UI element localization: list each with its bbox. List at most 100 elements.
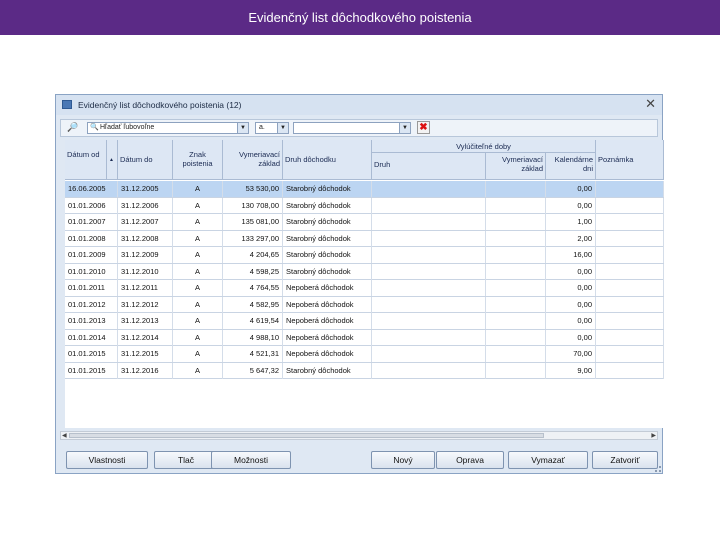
cell-empty — [372, 230, 486, 247]
table-row[interactable]: 01.01.2015 31.12.2016 A 5 647,32 Starobný dô… — [65, 362, 664, 379]
cell-znak: A — [173, 197, 223, 214]
cell-kalendarne-dni: 0,00 — [546, 296, 596, 313]
table-row[interactable]: 01.01.2014 31.12.2014 A 4 988,10 Nepoberá dô… — [65, 329, 664, 346]
cell-empty — [372, 197, 486, 214]
chevron-down-icon[interactable]: ▼ — [237, 123, 248, 133]
cell-datum-od: 01.01.2010 — [65, 263, 118, 280]
chevron-down-icon[interactable]: ▼ — [399, 123, 410, 133]
cell-empty — [596, 362, 664, 379]
cell-empty — [372, 214, 486, 230]
cell-empty — [372, 362, 486, 379]
header-druh-dochodku[interactable]: Druh dôchodku — [283, 140, 372, 180]
scrollbar-thumb[interactable] — [69, 433, 544, 438]
table-row[interactable]: 01.01.2007 31.12.2007 A 135 081,00 Starobný … — [65, 214, 664, 231]
header-druh[interactable]: Druh — [372, 153, 486, 180]
table-row[interactable]: 01.01.2010 31.12.2010 A 4 598,25 Starobný dô… — [65, 263, 664, 280]
cell-datum-do: 31.12.2012 — [118, 296, 173, 313]
table-row[interactable]: 16.06.2005 31.12.2005 A 53 530,00 Starobný d… — [65, 181, 664, 198]
cell-datum-do: 31.12.2009 — [118, 247, 173, 263]
cell-znak: A — [173, 263, 223, 280]
close-icon[interactable]: ✕ — [645, 97, 656, 111]
cell-druh-dochodku: Starobný dôchodok — [283, 181, 372, 197]
cell-druh-dochodku: Nepoberá dôchodok — [283, 313, 372, 329]
cell-empty — [596, 197, 664, 214]
header-datum-do[interactable]: Dátum do — [118, 140, 173, 180]
cell-empty — [372, 329, 486, 346]
cell-kalendarne-dni: 2,00 — [546, 230, 596, 247]
cell-druh-dochodku: Starobný dôchodok — [283, 362, 372, 379]
filter-combo[interactable]: a. ▼ — [255, 122, 289, 134]
cell-empty — [596, 214, 664, 230]
header-vylucitelne-doby: Vylúčiteľné doby — [372, 140, 596, 153]
cell-zaklad: 4 204,65 — [223, 247, 283, 263]
cell-empty — [486, 346, 546, 362]
header-datum-od[interactable]: Dátum od — [65, 140, 107, 180]
sort-indicator-icon: ▲ — [107, 140, 118, 180]
cell-empty — [596, 329, 664, 346]
table-row[interactable]: 01.01.2012 31.12.2012 A 4 582,95 Nepoberá dô… — [65, 296, 664, 313]
cell-empty — [596, 247, 664, 263]
cell-datum-od: 16.06.2005 — [65, 181, 118, 197]
cell-druh-dochodku: Starobný dôchodok — [283, 247, 372, 263]
tlac-button[interactable]: Tlač — [154, 451, 218, 469]
clear-filter-icon[interactable]: ✖ — [417, 121, 430, 134]
window-titlebar: Evidenčný list dôchodkového poistenia (1… — [56, 95, 662, 115]
cell-kalendarne-dni: 0,00 — [546, 181, 596, 197]
vlastnosti-button[interactable]: Vlastnosti — [66, 451, 148, 469]
chevron-down-icon[interactable]: ▼ — [277, 123, 288, 133]
cell-datum-od: 01.01.2015 — [65, 346, 118, 362]
cell-empty — [372, 247, 486, 263]
table-row[interactable]: 01.01.2006 31.12.2006 A 130 708,00 Starobný … — [65, 197, 664, 214]
cell-datum-do: 31.12.2015 — [118, 346, 173, 362]
cell-datum-od: 01.01.2011 — [65, 280, 118, 296]
window-title: Evidenčný list dôchodkového poistenia (1… — [78, 100, 242, 110]
cell-empty — [372, 313, 486, 329]
cell-datum-od: 01.01.2013 — [65, 313, 118, 329]
cell-znak: A — [173, 247, 223, 263]
cell-zaklad: 4 598,25 — [223, 263, 283, 280]
cell-datum-do: 31.12.2005 — [118, 181, 173, 197]
header-vymeriavaci-zaklad[interactable]: Vymeriavací základ — [223, 140, 283, 180]
search-toolbar: 🔎 🔍 Hľadať ľubovoľne ▼ a. ▼ ▼ ✖ — [60, 119, 658, 137]
novy-button[interactable]: Nový — [371, 451, 435, 469]
cell-datum-od: 01.01.2008 — [65, 230, 118, 247]
cell-znak: A — [173, 181, 223, 197]
table-row[interactable]: 01.01.2013 31.12.2013 A 4 619,54 Nepoberá dô… — [65, 313, 664, 330]
header-kalendarne-dni[interactable]: Kalendárne dni — [546, 153, 596, 180]
table-row[interactable]: 01.01.2008 31.12.2008 A 133 297,00 Starobný … — [65, 230, 664, 247]
cell-datum-do: 31.12.2007 — [118, 214, 173, 230]
cell-empty — [372, 346, 486, 362]
horizontal-scrollbar[interactable]: ◀ ▶ — [60, 431, 658, 440]
search-combo-text: Hľadať ľubovoľne — [100, 124, 155, 131]
search-combo[interactable]: 🔍 Hľadať ľubovoľne ▼ — [87, 122, 249, 134]
oprava-button[interactable]: Oprava — [436, 451, 504, 469]
cell-druh-dochodku: Nepoberá dôchodok — [283, 280, 372, 296]
cell-znak: A — [173, 230, 223, 247]
table-row[interactable]: 01.01.2015 31.12.2015 A 4 521,31 Nepoberá dô… — [65, 346, 664, 363]
cell-kalendarne-dni: 70,00 — [546, 346, 596, 362]
search-field[interactable]: ▼ — [293, 122, 411, 134]
scroll-right-icon[interactable]: ▶ — [651, 432, 656, 440]
header-vym-zaklad[interactable]: Vymeriavací základ — [486, 153, 546, 180]
cell-datum-od: 01.01.2009 — [65, 247, 118, 263]
cell-zaklad: 130 708,00 — [223, 197, 283, 214]
table-row[interactable]: 01.01.2011 31.12.2011 A 4 764,55 Nepoberá dô… — [65, 280, 664, 297]
cell-empty — [596, 280, 664, 296]
header-znak-poistenia[interactable]: Znak poistenia — [173, 140, 223, 180]
cell-znak: A — [173, 346, 223, 362]
cell-empty — [486, 247, 546, 263]
cell-empty — [372, 181, 486, 197]
cell-empty — [486, 296, 546, 313]
cell-empty — [486, 181, 546, 197]
zatvorit-button[interactable]: Zatvoriť — [592, 451, 658, 469]
resize-grip-icon[interactable] — [655, 466, 661, 472]
cell-datum-do: 31.12.2013 — [118, 313, 173, 329]
moznosti-button[interactable]: Možnosti — [211, 451, 291, 469]
slide-title: Evidenčný list dôchodkového poistenia — [0, 0, 720, 35]
table-row[interactable]: 01.01.2009 31.12.2009 A 4 204,65 Starobný dô… — [65, 247, 664, 264]
binoculars-icon[interactable]: 🔎 — [67, 122, 78, 133]
cell-druh-dochodku: Starobný dôchodok — [283, 197, 372, 214]
header-poznamka[interactable]: Poznámka — [596, 140, 664, 180]
vymazat-button[interactable]: Vymazať — [508, 451, 588, 469]
scroll-left-icon[interactable]: ◀ — [62, 432, 67, 440]
